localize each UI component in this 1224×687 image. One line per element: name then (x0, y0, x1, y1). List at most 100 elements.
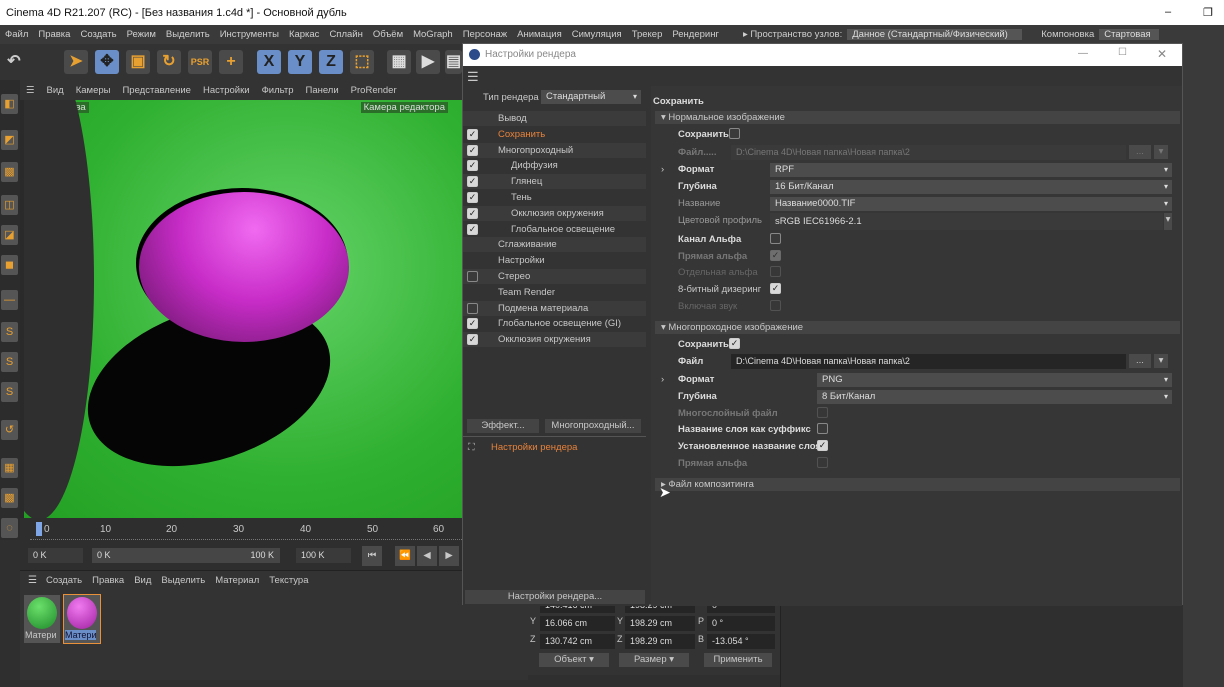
mp-depth-select[interactable]: 8 Бит/Канал ▾ (817, 390, 1172, 404)
dialog-titlebar[interactable]: Настройки рендера — ☐ ✕ (463, 44, 1182, 66)
vp-menu-display[interactable]: Представление (116, 85, 197, 96)
texture-mode-icon[interactable]: ▩ (1, 162, 18, 182)
user-layer-name-checkbox[interactable]: ✓ (817, 440, 828, 451)
restore-button[interactable]: ❐ (1203, 6, 1213, 19)
tree-item[interactable]: Сглаживание (463, 237, 646, 253)
menu-mesh[interactable]: Каркас (284, 29, 325, 40)
checker-icon[interactable]: ▩ (1, 488, 18, 508)
rotate-tool-icon[interactable]: ↻ (157, 50, 181, 74)
timeline[interactable]: 0 10 20 30 40 50 60 0 K 0 K 100 K 100 K ⏮… (20, 518, 462, 570)
model-mode-icon[interactable]: ◩ (1, 130, 18, 150)
menu-animation[interactable]: Анимация (512, 29, 567, 40)
tree-item-checkbox[interactable] (467, 271, 478, 282)
hamburger-icon[interactable]: ☰ (20, 85, 41, 96)
expand-chevron-icon[interactable]: › (661, 374, 664, 385)
polygons-mode-icon[interactable]: ◼ (1, 255, 18, 275)
layout-select[interactable]: Стартовая (1099, 29, 1160, 40)
include-sound-checkbox[interactable] (770, 300, 781, 311)
axis-icon[interactable]: — (1, 290, 18, 310)
scale-tool-icon[interactable]: ▣ (126, 50, 150, 74)
play-icon[interactable]: ▶ (439, 546, 459, 566)
tree-item[interactable]: ✓ Глобальное освещение (GI) (463, 316, 646, 331)
menu-edit[interactable]: Правка (33, 29, 75, 40)
psr-icon[interactable]: PSR (188, 50, 212, 74)
make-editable-icon[interactable]: ◧ (1, 94, 18, 114)
range-slider[interactable]: 0 K 100 K (92, 548, 280, 563)
alpha-checkbox[interactable] (770, 233, 781, 244)
menu-character[interactable]: Персонаж (458, 29, 512, 40)
prev-key-icon[interactable]: ⏪ (395, 546, 415, 566)
vp-menu-options[interactable]: Настройки (197, 85, 256, 96)
normal-save-checkbox[interactable] (729, 128, 740, 139)
material-thumbnail-selected[interactable]: Матери (63, 594, 101, 644)
mp-file-input[interactable]: D:\Cinema 4D\Новая папка\Новая папка\2 (731, 354, 1126, 369)
layer-suffix-checkbox[interactable] (817, 423, 828, 434)
tree-item-checkbox[interactable]: ✓ (467, 128, 478, 140)
tree-item[interactable]: Подмена материала (463, 300, 646, 316)
menu-tracker[interactable]: Трекер (627, 29, 668, 40)
compositing-file-section[interactable]: ▸ Файл композитинга (655, 478, 1180, 491)
tree-item-checkbox[interactable]: ✓ (467, 207, 478, 219)
expand-chevron-icon[interactable]: › (661, 164, 664, 175)
normal-format-select[interactable]: RPF ▾ (770, 163, 1172, 177)
undo-icon[interactable]: ↶ (2, 50, 26, 74)
tree-item-checkbox[interactable]: ✓ (467, 334, 478, 346)
menu-select[interactable]: Выделить (161, 29, 215, 40)
sphere-object[interactable] (139, 192, 349, 342)
tree-item[interactable]: ✓ Глянец (463, 174, 646, 190)
menu-file[interactable]: Файл (0, 29, 33, 40)
normal-file-input[interactable]: D:\Cinema 4D\Новая папка\Новая папка\2 (731, 145, 1126, 160)
render-view-icon[interactable]: ▦ (387, 50, 411, 74)
node-space-select[interactable]: Данное (Стандартный/Физический) (847, 29, 1023, 40)
move-tool-icon[interactable]: ✥ (95, 50, 119, 74)
size-z-input[interactable]: 198.29 cm (625, 634, 695, 649)
renderer-select[interactable]: Стандартный ▾ (541, 90, 641, 104)
tree-item[interactable]: ✓ Многопроходный (463, 142, 646, 158)
multipass-image-section[interactable]: ▾ Многопроходное изображение (655, 321, 1180, 334)
go-to-start-icon[interactable]: ⏮ (362, 546, 382, 566)
tree-item-checkbox[interactable] (467, 302, 478, 314)
menu-spline[interactable]: Сплайн (324, 29, 367, 40)
menu-render[interactable]: Рендеринг (667, 29, 724, 40)
menu-mode[interactable]: Режим (122, 29, 161, 40)
render-picture-viewer-icon[interactable]: ▶ (416, 50, 440, 74)
z-axis-button[interactable]: Z (319, 50, 343, 74)
menu-mograph[interactable]: MoGraph (408, 29, 458, 40)
mat-menu-edit[interactable]: Правка (92, 575, 124, 586)
editor-camera-label[interactable]: Камера редактора (360, 102, 448, 113)
rotation-p-input[interactable]: 0 ° (707, 616, 775, 631)
normal-file-dropdown-icon[interactable]: ▾ (1154, 145, 1168, 159)
dialog-close-button[interactable]: ✕ (1157, 47, 1167, 61)
dialog-maximize-button[interactable]: ☐ (1118, 47, 1127, 58)
tree-item-checkbox[interactable]: ✓ (467, 192, 478, 203)
mat-menu-select[interactable]: Выделить (161, 575, 205, 586)
points-mode-icon[interactable]: ◫ (1, 195, 18, 215)
tree-item[interactable]: ✓ Сохранить (463, 127, 646, 142)
mat-menu-view[interactable]: Вид (134, 575, 151, 586)
menu-tools[interactable]: Инструменты (215, 29, 284, 40)
coordinate-system-icon[interactable]: ⬚ (350, 50, 374, 74)
add-icon[interactable]: + (219, 50, 243, 74)
tree-item[interactable]: ✓ Окклюзия окружения (463, 332, 646, 348)
color-profile-field[interactable]: sRGB IEC61966-2.1 (770, 213, 1163, 230)
playhead[interactable] (36, 522, 42, 536)
viewport[interactable]: Перспектива Камера редактора (20, 100, 462, 518)
hamburger-icon[interactable]: ☰ (467, 69, 479, 85)
rotation-b-input[interactable]: -13.054 ° (707, 634, 775, 649)
preset-item[interactable]: Настройки рендера (491, 442, 577, 453)
render-settings-button[interactable]: Настройки рендера... (465, 590, 645, 604)
mp-browse-button[interactable]: ... (1129, 354, 1151, 368)
mat-menu-texture[interactable]: Текстура (269, 575, 308, 586)
mp-file-dropdown-icon[interactable]: ▾ (1154, 354, 1168, 368)
tree-item-checkbox[interactable]: ✓ (467, 223, 478, 235)
render-settings-icon[interactable]: ▤ (445, 50, 462, 74)
normal-name-select[interactable]: Название0000.TIF ▾ (770, 197, 1172, 211)
snap3-icon[interactable]: S (1, 382, 18, 402)
menu-create[interactable]: Создать (75, 29, 121, 40)
select-tool-icon[interactable]: ➤ (64, 50, 88, 74)
vp-menu-view[interactable]: Вид (41, 85, 70, 96)
tree-item[interactable]: Team Render (463, 285, 646, 300)
vp-menu-panel[interactable]: Панели (299, 85, 344, 96)
normal-browse-button[interactable]: ... (1129, 145, 1151, 159)
tree-item[interactable]: Настройки (463, 253, 646, 268)
